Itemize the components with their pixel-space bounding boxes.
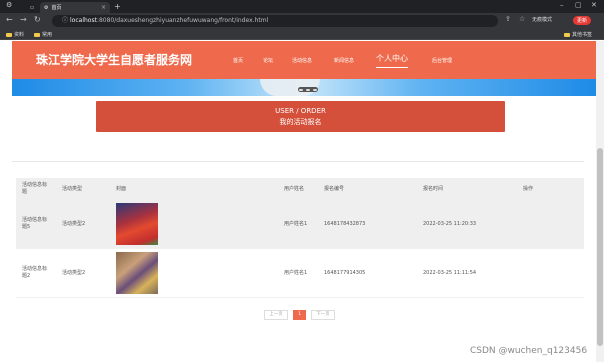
- info-icon: ⓘ: [62, 17, 69, 24]
- cell-user: 用户姓名1: [284, 221, 308, 227]
- cell-time: 2022-03-25 11:20:33: [423, 221, 477, 227]
- scrollbar-thumb[interactable]: [597, 148, 603, 346]
- bookmarks-bar: 资料 常用 其他书签: [0, 29, 604, 40]
- minimize-icon[interactable]: –: [560, 1, 564, 9]
- order-title-cn: 我的活动报名: [279, 118, 322, 126]
- close-window-icon[interactable]: ✕: [591, 1, 597, 9]
- col-title: 活动信息标题: [22, 182, 48, 195]
- folder-icon: [564, 32, 570, 37]
- address-bar-row: ← → ↻ ⓘ localhost:8080/daxueshengzhiyuanz…: [0, 13, 604, 29]
- bookmark-label: 其他书签: [572, 32, 593, 38]
- nav-home[interactable]: 首页: [233, 57, 243, 64]
- divider: [12, 161, 584, 162]
- watermark: CSDN @wuchen_q123456: [470, 346, 588, 356]
- other-bookmarks[interactable]: 其他书签: [564, 31, 592, 38]
- carousel-indicator[interactable]: [298, 87, 318, 92]
- page-1-button[interactable]: 1: [293, 310, 306, 320]
- user-order-banner: USER / ORDER 我的活动报名: [96, 101, 505, 132]
- order-title-en: USER / ORDER: [275, 107, 326, 115]
- folder-icon: [34, 32, 40, 37]
- site-header: 珠江学院大学生自愿者服务网 首页 论坛 活动信息 新闻信息 个人中心 后台管理: [12, 41, 596, 79]
- nav-news[interactable]: 新闻信息: [334, 57, 354, 64]
- forward-icon[interactable]: →: [20, 15, 27, 24]
- bookmark-folder-changyong[interactable]: 常用: [34, 31, 52, 38]
- folder-icon: [6, 32, 12, 37]
- url-host: localhost: [70, 17, 97, 24]
- nav-activities[interactable]: 活动信息: [292, 57, 312, 64]
- tab-inactive[interactable]: ▭: [24, 2, 40, 13]
- bookmark-star-icon[interactable]: ☆: [519, 15, 525, 23]
- new-tab-button[interactable]: +: [114, 2, 121, 11]
- cell-type: 活动类型2: [62, 221, 86, 227]
- url-input[interactable]: ⓘ localhost:8080/daxueshengzhiyuanzhefuwu…: [52, 15, 498, 27]
- bookmark-label: 资料: [14, 32, 25, 38]
- cell-time: 2022-03-25 11:11:54: [423, 270, 477, 276]
- col-time: 报名时间: [423, 186, 444, 192]
- tab-close-icon[interactable]: ×: [101, 4, 106, 11]
- cover-image: [116, 252, 158, 294]
- update-button[interactable]: 更新: [573, 16, 592, 25]
- bookmark-label: 常用: [42, 32, 53, 38]
- next-page-button[interactable]: 下一页: [311, 310, 335, 320]
- tab-title: 首页: [51, 5, 62, 11]
- table-row[interactable]: 活动信息标题2 活动类型2 用户姓名1 1648177914305 2022-0…: [16, 249, 584, 298]
- url-path: :8080/daxueshengzhiyuanzhefuwuwang/front…: [96, 17, 269, 24]
- share-icon[interactable]: ⇪: [505, 15, 511, 23]
- tab-favicon-icon: ⚙: [44, 4, 49, 11]
- browser-menu-icon[interactable]: ⚙: [6, 1, 12, 9]
- tab-home[interactable]: ⚙ 首页 ×: [40, 2, 110, 13]
- cell-title: 活动信息标题2: [22, 266, 48, 279]
- site-title: 珠江学院大学生自愿者服务网: [36, 53, 193, 67]
- prev-page-button[interactable]: 上一页: [264, 310, 288, 320]
- browser-tab-bar: ⚙ ▭ ⚙ 首页 × + – ▢ ✕: [0, 0, 604, 13]
- table-header: 活动信息标题 活动类型 封面 用户姓名 报名编号 报名时间 操作: [16, 178, 584, 200]
- col-user: 用户姓名: [284, 186, 305, 192]
- bookmark-folder-ziliao[interactable]: 资料: [6, 31, 24, 38]
- table-row[interactable]: 活动信息标题5 活动类型2 用户姓名1 1648178432873 2022-0…: [16, 200, 584, 249]
- nav-forum[interactable]: 论坛: [263, 57, 273, 64]
- col-cover: 封面: [116, 186, 127, 192]
- col-action: 操作: [523, 186, 534, 192]
- cell-number: 1648178432873: [324, 221, 366, 227]
- col-type: 活动类型: [62, 186, 83, 192]
- banner-carousel: [12, 79, 596, 96]
- cell-user: 用户姓名1: [284, 270, 308, 276]
- nav-personal-center[interactable]: 个人中心: [376, 53, 408, 68]
- nav-admin[interactable]: 后台管理: [432, 57, 452, 64]
- incognito-label: 无痕模式: [532, 17, 553, 23]
- back-icon[interactable]: ←: [6, 15, 13, 24]
- col-number: 报名编号: [324, 186, 345, 192]
- cell-title: 活动信息标题5: [22, 217, 48, 230]
- maximize-icon[interactable]: ▢: [575, 1, 582, 9]
- cell-type: 活动类型2: [62, 270, 86, 276]
- cell-number: 1648177914305: [324, 270, 366, 276]
- reload-icon[interactable]: ↻: [34, 15, 41, 24]
- cover-image: [116, 203, 158, 245]
- registration-table: 活动信息标题 活动类型 封面 用户姓名 报名编号 报名时间 操作 活动信息标题5…: [16, 178, 584, 298]
